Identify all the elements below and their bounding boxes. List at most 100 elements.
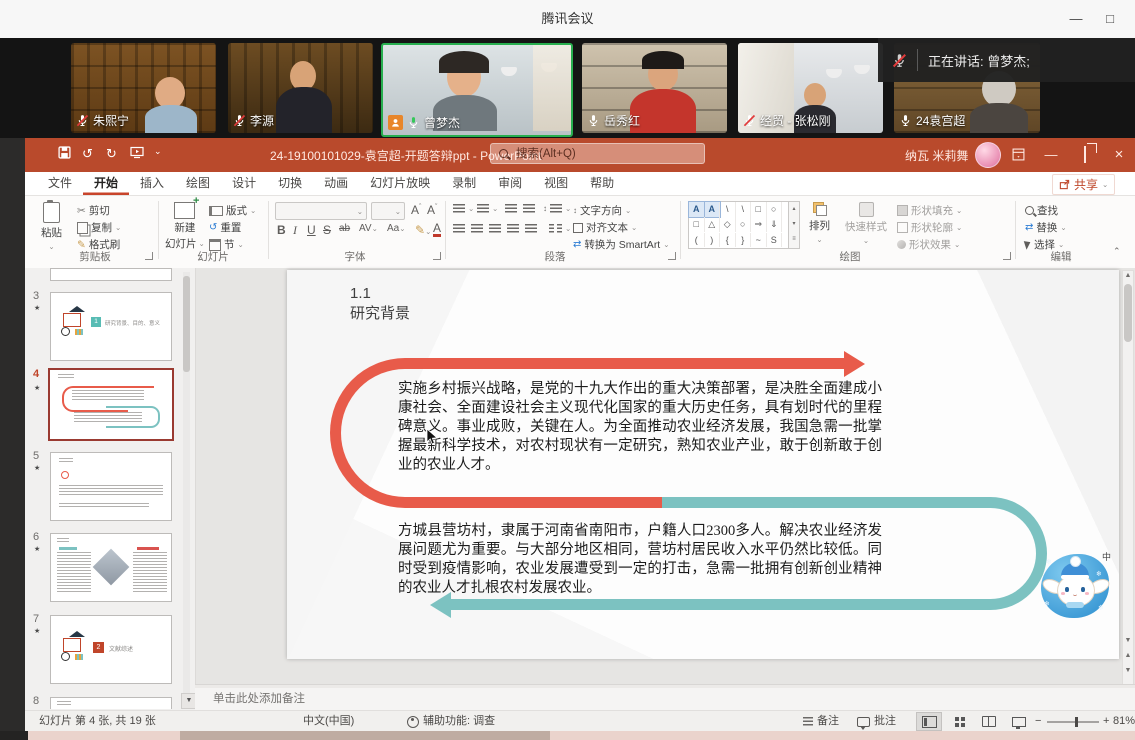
distribute-button[interactable] [525, 224, 537, 233]
zoom-slider[interactable] [1047, 711, 1099, 732]
view-normal-button[interactable] [917, 713, 941, 730]
reset-button[interactable]: ↺ 重置 [209, 220, 241, 235]
layout-button[interactable]: 版式 ⌄ [209, 203, 256, 218]
shape-textbox-h[interactable]: A [689, 202, 705, 217]
thumbnail-slide-2-partial[interactable] [50, 268, 172, 281]
line-spacing-button[interactable]: ↕⌄ [543, 204, 571, 213]
slide-scrollbar-thumb[interactable] [1124, 284, 1132, 342]
language-indicator[interactable]: 中文(中国) [303, 711, 354, 732]
grow-font-button[interactable]: Aˆ [411, 203, 421, 217]
search-box[interactable] [490, 143, 705, 164]
new-slide-button[interactable]: 新建 幻灯片⌄ [165, 202, 205, 251]
view-reading-button[interactable] [977, 713, 1001, 730]
slide-paragraph-2[interactable]: 方城县营坊村，隶属于河南省南阳市，户籍人口2300多人。解决农业经济发展问题尤为… [398, 522, 882, 598]
underline-button[interactable]: U [307, 223, 316, 237]
copy-button[interactable]: 复制 ⌄ [77, 220, 121, 235]
account-avatar[interactable] [975, 142, 1001, 168]
italic-button[interactable]: I [293, 223, 297, 238]
clear-strike-button[interactable]: ab [339, 223, 350, 234]
clipboard-dialog-launcher[interactable] [145, 252, 153, 260]
shape-oval[interactable]: ○ [767, 202, 783, 217]
arrange-button[interactable]: 排列 ⌄ [809, 202, 830, 244]
tab-help[interactable]: 帮助 [579, 172, 625, 195]
bold-button[interactable]: B [277, 223, 286, 237]
zoom-level[interactable]: 81% [1113, 711, 1135, 732]
ppt-restore-button[interactable] [1070, 140, 1100, 170]
tab-draw[interactable]: 绘图 [175, 172, 221, 195]
highlight-color-button[interactable]: ✎⌄ [415, 223, 431, 237]
shape-textbox-v[interactable]: A [705, 202, 721, 217]
qat-customize-icon[interactable]: ⌄ [154, 146, 162, 157]
shape-arrow-down[interactable]: ⇓ [767, 217, 783, 232]
thumbnail-slide-7[interactable]: 2 文献综述 [50, 615, 172, 684]
video-tile-participant-4[interactable]: 岳秀红 [582, 43, 727, 133]
bullets-button[interactable]: ⌄ [453, 204, 474, 213]
font-color-button[interactable]: A [433, 223, 441, 237]
collapse-ribbon-icon[interactable]: ⌃ [1113, 246, 1121, 257]
shape-effects-button[interactable]: 形状效果⌄ [897, 237, 960, 252]
slide-paragraph-1[interactable]: 实施乡村振兴战略，是党的十九大作出的重大决策部署，是决胜全面建成小康社会、全面建… [398, 380, 882, 475]
tab-design[interactable]: 设计 [221, 172, 267, 195]
shape-curve[interactable]: ~ [751, 233, 767, 248]
accessibility-status[interactable]: 辅助功能: 调查 [407, 711, 495, 732]
shrink-font-button[interactable]: Aˇ [427, 203, 437, 217]
cinnamoroll-sticker[interactable]: ❄ ❄ ❄ ❄ 中 [1036, 544, 1114, 622]
thumbnail-slide-5[interactable] [50, 452, 172, 521]
maximize-button[interactable]: □ [1096, 8, 1124, 30]
paragraph-dialog-launcher[interactable] [668, 252, 676, 260]
zoom-in-button[interactable]: + [1103, 711, 1109, 732]
shape-paren-l[interactable]: ( [689, 233, 705, 248]
font-dialog-launcher[interactable] [433, 252, 441, 260]
tab-slideshow[interactable]: 幻灯片放映 [359, 172, 441, 195]
strikethrough-button[interactable]: S [323, 223, 331, 237]
shape-gallery-scroll[interactable]: ▴▾≡ [789, 201, 800, 249]
shape-brace-l[interactable]: { [720, 233, 736, 248]
shape-freeform[interactable]: S [767, 233, 783, 248]
shape-rect2[interactable]: □ [689, 217, 705, 232]
paste-button[interactable]: 粘贴 ⌄ [41, 202, 62, 251]
view-slide-sorter-button[interactable] [947, 713, 971, 730]
shape-triangle[interactable]: △ [705, 217, 721, 232]
next-slide-button[interactable]: ▼ [1123, 667, 1133, 674]
shape-diamond[interactable]: ◇ [720, 217, 736, 232]
thumbnail-slide-3[interactable]: 1 研究背景、目的、意义 [50, 292, 172, 361]
tab-view[interactable]: 视图 [533, 172, 579, 195]
shape-rect[interactable]: □ [751, 202, 767, 217]
video-tile-participant-5[interactable]: 经贸 - 张松刚 [738, 43, 883, 133]
notes-pane[interactable]: 单击此处添加备注 [195, 688, 1135, 710]
thumbnail-slide-6[interactable] [50, 533, 172, 602]
zoom-out-button[interactable]: − [1035, 711, 1041, 732]
thumbnail-slide-4-selected[interactable] [48, 368, 174, 441]
ribbon-display-options-icon[interactable] [1003, 140, 1033, 170]
tab-review[interactable]: 审阅 [487, 172, 533, 195]
scroll-up-icon[interactable]: ▲ [1123, 272, 1133, 279]
align-left-button[interactable] [453, 224, 465, 233]
redo-icon[interactable]: ↻ [106, 146, 117, 162]
shape-line-arrow[interactable]: \ [736, 202, 752, 217]
tab-record[interactable]: 录制 [441, 172, 487, 195]
notes-toggle[interactable]: 备注 [803, 711, 839, 732]
quick-styles-button[interactable]: 快速样式 ⌄ [845, 202, 887, 245]
font-name-combo[interactable]: ⌄ [275, 202, 367, 220]
drawing-dialog-launcher[interactable] [1003, 252, 1011, 260]
shape-arrow-right[interactable]: ⇒ [751, 217, 767, 232]
tab-insert[interactable]: 插入 [129, 172, 175, 195]
align-center-button[interactable] [471, 224, 483, 233]
align-text-button[interactable]: 对齐文本⌄ [573, 220, 637, 235]
shape-fill-button[interactable]: 形状填充⌄ [897, 203, 962, 218]
tab-home[interactable]: 开始 [83, 172, 129, 195]
justify-button[interactable] [507, 224, 519, 233]
video-tile-active-speaker[interactable]: 曾梦杰 [381, 43, 573, 137]
shape-line[interactable]: \ [720, 202, 736, 217]
find-button[interactable]: 查找 [1025, 203, 1058, 218]
shape-circle[interactable]: ○ [736, 217, 752, 232]
change-case-button[interactable]: Aa⌄ [387, 223, 406, 234]
decrease-indent-button[interactable] [505, 204, 517, 213]
video-tile-participant-2[interactable]: 李源 [228, 43, 373, 133]
slide-title[interactable]: 1.1 研究背景 [350, 284, 410, 323]
align-right-button[interactable] [489, 224, 501, 233]
cut-button[interactable]: ✂ 剪切 [77, 203, 110, 218]
comments-toggle[interactable]: 批注 [857, 711, 896, 732]
zoom-thumb[interactable] [1075, 717, 1078, 727]
shape-outline-button[interactable]: 形状轮廓⌄ [897, 220, 962, 235]
